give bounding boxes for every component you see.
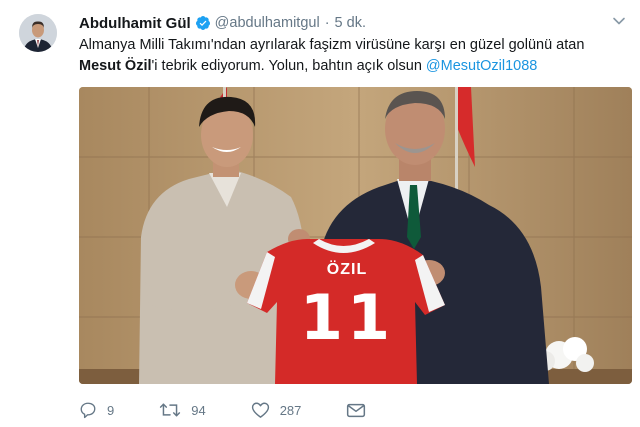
retweet-icon (160, 403, 181, 417)
tweet-text-line-2: Mesut Özil'i tebrik ediyorum. Yolun, bah… (79, 56, 624, 77)
timestamp[interactable]: 5 dk. (335, 15, 366, 31)
reply-button[interactable]: 9 (79, 401, 114, 419)
tweet-text: Almanya Milli Takımı'ndan ayrılarak faşi… (79, 35, 624, 77)
verified-badge-icon (195, 16, 210, 30)
mention-link[interactable]: @MesutOzil1088 (426, 58, 537, 74)
reply-count: 9 (107, 402, 115, 418)
tweet-actions: 9 94 287 (79, 399, 421, 421)
direct-message-button[interactable] (346, 402, 376, 419)
tweet-photo[interactable]: ÖZIL 11 (79, 87, 632, 384)
like-icon (251, 402, 269, 418)
separator-dot: · (324, 15, 330, 31)
direct-message-icon (347, 403, 366, 417)
jersey-number: 11 (299, 281, 395, 354)
avatar[interactable] (19, 14, 57, 52)
tweet-text-line-1: Almanya Milli Takımı'ndan ayrılarak faşi… (79, 37, 585, 53)
like-button[interactable]: 287 (251, 401, 302, 419)
author-handle[interactable]: @abdulhamitgul (215, 15, 320, 31)
tweet-header: Abdulhamit Gül @abdulhamitgul · 5 dk. (79, 13, 609, 33)
retweet-button[interactable]: 94 (159, 401, 206, 419)
jersey-name: ÖZIL (326, 261, 368, 278)
tweet[interactable]: Abdulhamit Gül @abdulhamitgul · 5 dk. Al… (0, 0, 640, 427)
like-count: 287 (279, 402, 302, 418)
tweet-text-rest: 'i tebrik ediyorum. Yolun, bahtın açık o… (151, 58, 426, 74)
retweet-count: 94 (191, 402, 206, 418)
reply-icon (80, 402, 96, 419)
author-name[interactable]: Abdulhamit Gül (79, 15, 191, 32)
caret-down-icon[interactable] (611, 14, 627, 28)
tweet-text-bold: Mesut Özil (79, 58, 152, 74)
